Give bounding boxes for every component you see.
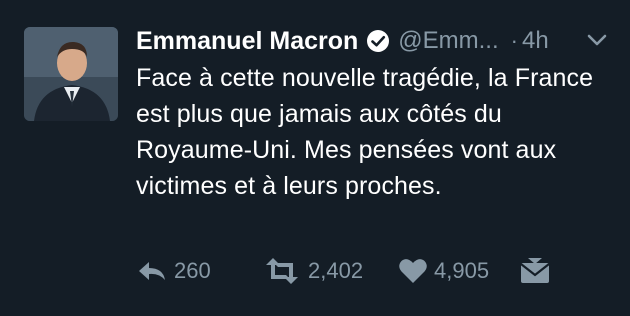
direct-message-icon (520, 258, 550, 283)
reply-button[interactable]: 260 (136, 258, 262, 284)
verified-badge-icon (367, 30, 390, 52)
reply-count: 260 (174, 258, 211, 283)
like-count: 4,905 (434, 258, 490, 283)
like-button[interactable]: 4,905 (398, 258, 520, 284)
avatar-image (24, 27, 118, 121)
reply-icon (139, 262, 165, 280)
heart-icon (399, 259, 427, 283)
direct-message-button[interactable] (520, 258, 550, 284)
tweet-timestamp[interactable]: 4h (522, 27, 549, 55)
tweet-actions: 260 2,402 4,905 (136, 253, 550, 289)
tweet[interactable]: Emmanuel Macron @Emm... · 4h Face à cett… (0, 0, 630, 316)
tweet-header: Emmanuel Macron @Emm... · 4h (136, 24, 549, 58)
retweet-count: 2,402 (308, 258, 364, 283)
retweet-button[interactable]: 2,402 (262, 258, 398, 284)
separator-dot: · (510, 28, 518, 53)
author-display-name[interactable]: Emmanuel Macron (136, 27, 358, 56)
chevron-down-icon[interactable] (586, 32, 608, 48)
author-handle[interactable]: @Emm... (398, 27, 498, 55)
retweet-icon (266, 258, 298, 284)
tweet-text: Face à cette nouvelle tragédie, la Franc… (136, 64, 594, 200)
avatar[interactable] (24, 27, 118, 121)
